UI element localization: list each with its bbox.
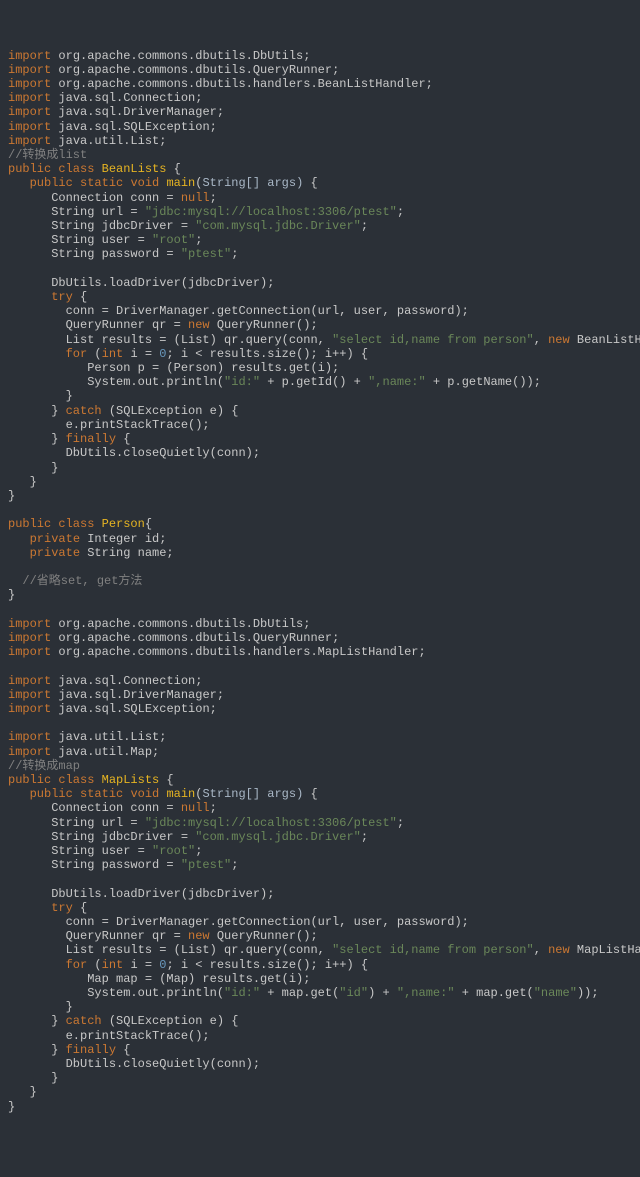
code-block: import org.apache.commons.dbutils.DbUtil… [8, 49, 632, 1114]
